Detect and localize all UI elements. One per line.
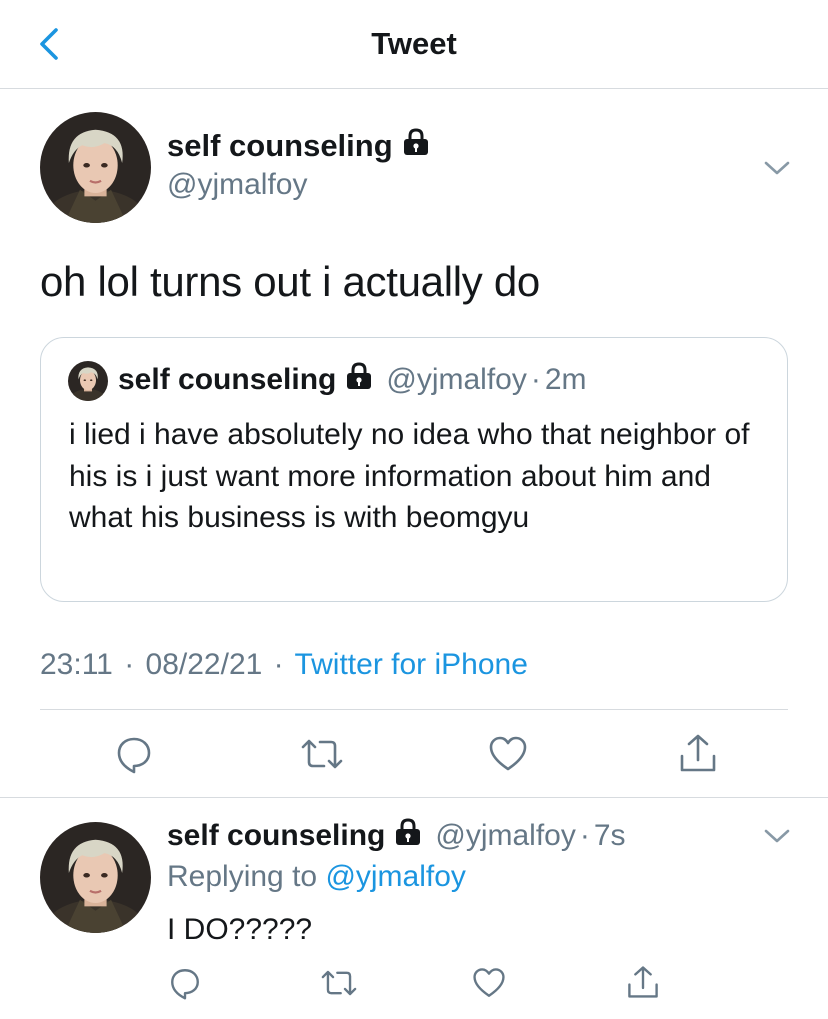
- reply-icon: [171, 969, 199, 1000]
- author-handle[interactable]: @yjmalfoy: [167, 168, 307, 202]
- reply-author-row[interactable]: self counseling @yjmalfoy · 7s: [167, 818, 626, 854]
- share-icon: [628, 966, 658, 998]
- retweet-button[interactable]: [300, 734, 344, 774]
- tweet-source-link[interactable]: Twitter for iPhone: [294, 648, 527, 681]
- tweet-detail-page: Tweet self counseling @yjmalfoy oh lol t…: [0, 0, 828, 1019]
- quoted-display-name: self counseling: [118, 363, 337, 396]
- reply-avatar[interactable]: [40, 822, 151, 933]
- page-title: Tweet: [371, 26, 457, 61]
- tweet-meta: 23:11 · 08/22/21 · Twitter for iPhone: [40, 648, 528, 682]
- top-nav-bar: Tweet: [0, 0, 828, 89]
- reply-tweet-text: I DO?????: [167, 913, 313, 946]
- quoted-author-row: self counseling @yjmalfoy · 2m: [118, 362, 587, 398]
- divider: [40, 709, 788, 710]
- like-button[interactable]: [488, 734, 528, 774]
- reply-time: 7s: [593, 819, 626, 852]
- replying-to-label: Replying to: [167, 860, 318, 893]
- retweet-icon: [321, 970, 357, 996]
- chevron-down-icon: [764, 161, 790, 175]
- retweet-button[interactable]: [320, 966, 358, 1000]
- meta-separator: ·: [273, 648, 284, 681]
- quoted-avatar: [68, 361, 108, 401]
- lock-icon: [393, 818, 423, 854]
- reply-button[interactable]: [114, 734, 154, 774]
- reply-display-name: self counseling: [167, 819, 386, 852]
- tweet-date: 08/22/21: [145, 648, 263, 681]
- chevron-down-icon: [764, 829, 790, 843]
- replying-to-line: Replying to @yjmalfoy: [167, 860, 466, 894]
- quoted-handle: @yjmalfoy: [386, 363, 527, 396]
- like-icon: [473, 968, 505, 997]
- reply-button[interactable]: [168, 966, 202, 1000]
- reply-icon: [117, 737, 151, 774]
- avatar-image: [40, 822, 151, 933]
- section-divider: [0, 797, 828, 798]
- share-icon: [680, 734, 716, 772]
- tweet-text: oh lol turns out i actually do: [40, 258, 540, 305]
- reply-handle: @yjmalfoy: [435, 819, 576, 852]
- like-button[interactable]: [472, 966, 506, 1000]
- tweet-options-button[interactable]: [762, 158, 792, 178]
- avatar-image: [68, 361, 108, 401]
- quoted-tweet-text: i lied i have absolutely no idea who tha…: [69, 418, 750, 534]
- quoted-time: 2m: [544, 363, 587, 396]
- author-display-name: self counseling: [167, 128, 393, 163]
- replying-to-handle[interactable]: @yjmalfoy: [325, 860, 465, 893]
- lock-icon: [344, 362, 374, 398]
- tweet-time: 23:11: [40, 648, 113, 681]
- lock-icon: [401, 128, 431, 164]
- retweet-icon: [301, 739, 343, 769]
- reply-separator: ·: [579, 819, 590, 852]
- avatar[interactable]: [40, 112, 151, 223]
- quoted-separator: ·: [530, 363, 541, 396]
- reply-options-button[interactable]: [762, 826, 792, 846]
- author-name-row[interactable]: self counseling: [167, 128, 431, 164]
- share-button[interactable]: [626, 964, 660, 1000]
- like-icon: [489, 736, 527, 771]
- meta-separator: ·: [124, 648, 135, 681]
- share-button[interactable]: [678, 732, 718, 774]
- avatar-image: [40, 112, 151, 223]
